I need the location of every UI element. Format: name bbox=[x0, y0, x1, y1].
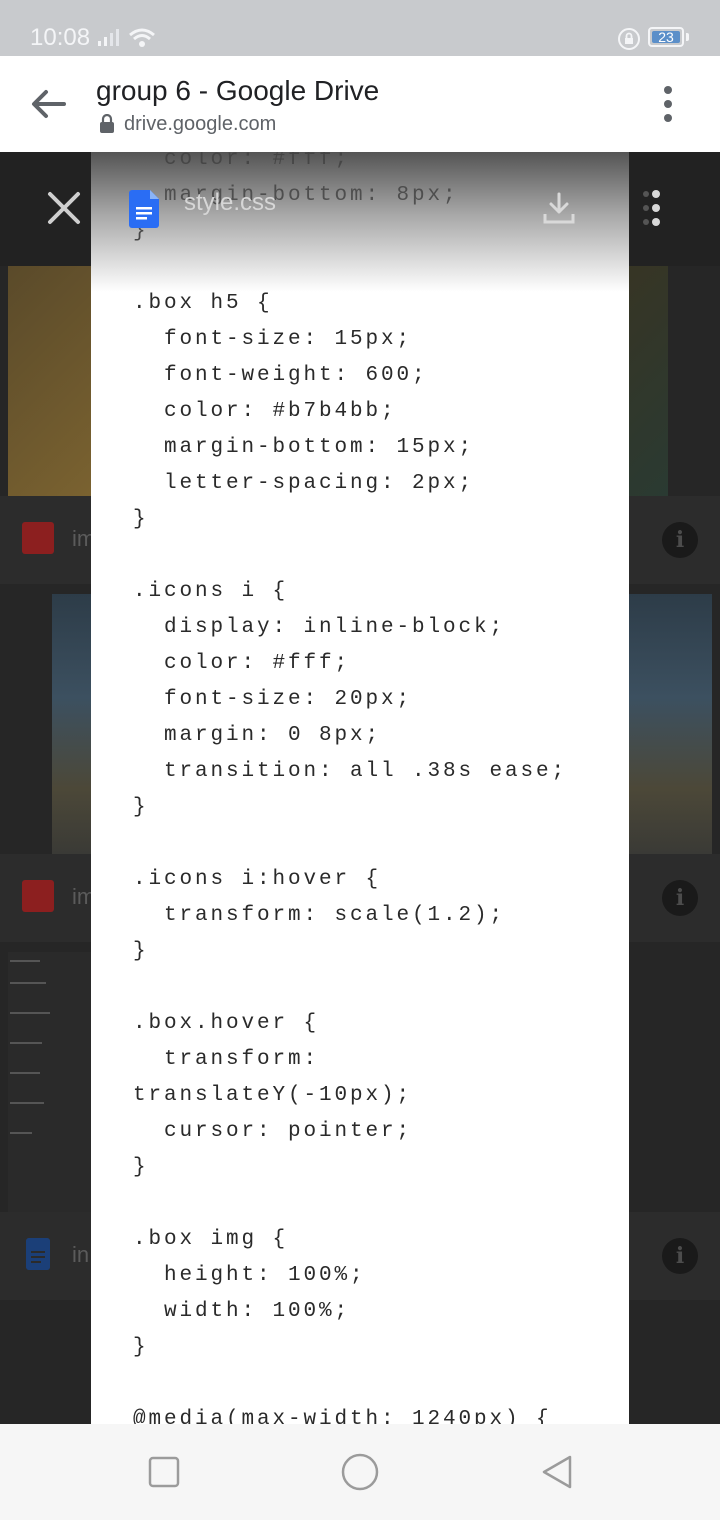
lock-rotation-icon bbox=[618, 28, 640, 50]
image-file-icon bbox=[22, 522, 54, 554]
document-thumbnail[interactable] bbox=[8, 952, 92, 1212]
status-time: 10:08 bbox=[30, 24, 91, 51]
recent-apps-icon[interactable] bbox=[148, 1456, 180, 1488]
download-icon[interactable] bbox=[541, 190, 577, 226]
battery-level: 23 bbox=[658, 29, 674, 45]
viewer-title-bar: style.css bbox=[91, 152, 629, 292]
lock-icon[interactable] bbox=[98, 114, 116, 134]
viewer-filename: style.css bbox=[184, 189, 277, 216]
battery-icon: 23 bbox=[648, 27, 684, 47]
more-vert-icon[interactable] bbox=[660, 84, 676, 124]
page-url[interactable]: drive.google.com bbox=[124, 112, 276, 136]
close-icon[interactable] bbox=[46, 190, 82, 226]
image-file-icon bbox=[22, 880, 54, 912]
google-docs-icon bbox=[129, 190, 159, 228]
info-icon[interactable]: i bbox=[662, 1238, 698, 1274]
page-title: group 6 - Google Drive bbox=[96, 75, 380, 106]
more-vert-icon[interactable] bbox=[642, 188, 670, 228]
document-preview[interactable]: color: #fff; margin-bottom: 8px; } .box … bbox=[91, 152, 629, 1424]
status-bar: 10:08 23 bbox=[0, 0, 720, 56]
doc-file-icon bbox=[26, 1238, 50, 1270]
system-nav-bar bbox=[0, 1424, 720, 1520]
code-content: color: #fff; margin-bottom: 8px; } .box … bbox=[133, 152, 568, 1424]
back-arrow-icon[interactable] bbox=[28, 86, 68, 122]
signal-icon bbox=[98, 29, 119, 46]
wifi-icon bbox=[129, 28, 155, 47]
browser-toolbar: group 6 - Google Drive drive.google.com bbox=[0, 56, 720, 152]
info-icon[interactable]: i bbox=[662, 880, 698, 916]
file-name: in bbox=[72, 1242, 90, 1267]
home-icon[interactable] bbox=[340, 1452, 380, 1492]
back-icon[interactable] bbox=[540, 1454, 574, 1490]
info-icon[interactable]: i bbox=[662, 522, 698, 558]
